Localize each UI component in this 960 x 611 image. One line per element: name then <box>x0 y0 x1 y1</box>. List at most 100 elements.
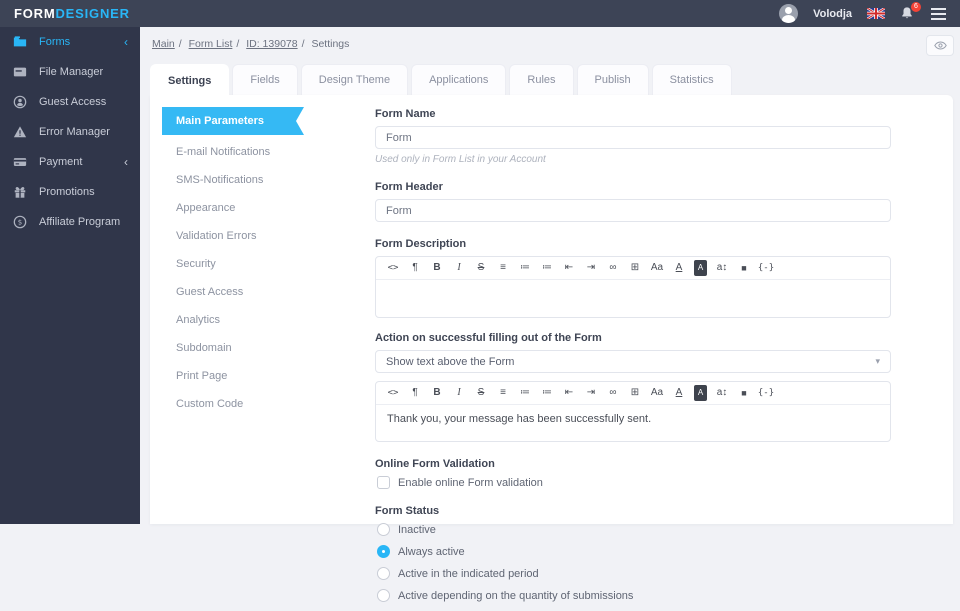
variables-icon[interactable]: {-} <box>755 386 777 400</box>
form-description-textarea[interactable] <box>376 280 890 317</box>
breadcrumb-separator: / <box>236 38 240 50</box>
success-message-textarea[interactable]: Thank you, your message has been success… <box>376 405 890 441</box>
code-view-icon[interactable]: <> <box>382 386 404 400</box>
link-icon[interactable]: ∞ <box>602 261 624 275</box>
text-color-icon[interactable]: A <box>668 386 690 400</box>
subnav-guest-access[interactable]: Guest Access <box>162 278 304 306</box>
outdent-icon[interactable]: ⇤ <box>558 261 580 275</box>
sidebar-item-error-manager[interactable]: Error Manager <box>0 117 140 147</box>
table-icon[interactable]: ⊞ <box>624 261 646 275</box>
strikethrough-icon[interactable]: S <box>470 386 492 400</box>
unordered-list-icon[interactable]: ≔ <box>514 261 536 275</box>
variables-icon[interactable]: {-} <box>755 261 777 275</box>
ordered-list-icon[interactable]: ≔ <box>536 386 558 400</box>
subnav-security[interactable]: Security <box>162 250 304 278</box>
background-color-icon[interactable]: A <box>694 260 707 276</box>
tab-applications[interactable]: Applications <box>411 64 507 95</box>
radio-unselected[interactable] <box>377 589 390 602</box>
menu-hamburger-icon[interactable] <box>931 7 946 20</box>
language-flag-icon[interactable] <box>867 8 885 19</box>
subnav-email-notifications[interactable]: E-mail Notifications <box>162 138 304 166</box>
subnav-validation-errors[interactable]: Validation Errors <box>162 222 304 250</box>
subnav-custom-code[interactable]: Custom Code <box>162 390 304 418</box>
svg-text:$: $ <box>18 219 22 227</box>
text-color-icon[interactable]: A <box>668 261 690 275</box>
form-header-input[interactable] <box>375 199 891 222</box>
tab-publish[interactable]: Publish <box>576 64 649 95</box>
font-size-icon[interactable]: Aa <box>646 386 668 400</box>
code-view-icon[interactable]: <> <box>382 261 404 275</box>
status-option-always-active[interactable]: Always active <box>377 545 891 558</box>
sidebar-item-guest-access[interactable]: Guest Access <box>0 87 140 117</box>
subnav-print-page[interactable]: Print Page <box>162 362 304 390</box>
action-select[interactable]: Show text above the Form ▾ <box>375 350 891 373</box>
breadcrumb-form-list[interactable]: Form List <box>189 38 233 50</box>
paragraph-icon[interactable]: ¶ <box>404 261 426 275</box>
link-icon[interactable]: ∞ <box>602 386 624 400</box>
image-icon[interactable]: ■ <box>733 261 755 275</box>
align-left-icon[interactable]: ≡ <box>492 261 514 275</box>
tab-rules[interactable]: Rules <box>509 64 574 95</box>
table-icon[interactable]: ⊞ <box>624 386 646 400</box>
subnav-appearance[interactable]: Appearance <box>162 194 304 222</box>
tab-design-theme[interactable]: Design Theme <box>300 64 409 95</box>
outdent-icon[interactable]: ⇤ <box>558 386 580 400</box>
breadcrumb-form-id[interactable]: ID: 139078 <box>246 38 297 50</box>
rich-text-toolbar: <> ¶ B I S ≡ ≔ ≔ ⇤ ⇥ ∞ ⊞ Aa A A a↕ ■ {-} <box>376 257 890 280</box>
rich-text-toolbar: <> ¶ B I S ≡ ≔ ≔ ⇤ ⇥ ∞ ⊞ Aa A A a↕ ■ {-} <box>376 382 890 405</box>
align-left-icon[interactable]: ≡ <box>492 386 514 400</box>
form-name-input[interactable] <box>375 126 891 149</box>
online-validation-label: Online Form Validation <box>375 458 495 470</box>
app-logo[interactable]: FORMDESIGNER <box>14 6 130 21</box>
sidebar-item-file-manager[interactable]: File Manager <box>0 57 140 87</box>
background-color-icon[interactable]: A <box>694 385 707 401</box>
eye-icon <box>933 41 947 50</box>
sidebar-item-affiliate-program[interactable]: $ Affiliate Program <box>0 207 140 237</box>
sidebar-item-payment[interactable]: Payment ‹ <box>0 147 140 177</box>
user-avatar[interactable] <box>779 4 799 23</box>
strikethrough-icon[interactable]: S <box>470 261 492 275</box>
sidebar-item-promotions[interactable]: Promotions <box>0 177 140 207</box>
settings-subnav: Main Parameters E-mail Notifications SMS… <box>162 107 304 418</box>
subnav-subdomain[interactable]: Subdomain <box>162 334 304 362</box>
subnav-main-parameters[interactable]: Main Parameters <box>162 107 304 135</box>
line-height-icon[interactable]: a↕ <box>711 386 733 400</box>
preview-button[interactable] <box>926 35 954 56</box>
radio-selected[interactable] <box>377 545 390 558</box>
paragraph-icon[interactable]: ¶ <box>404 386 426 400</box>
caret-down-icon: ▾ <box>875 356 880 366</box>
sidebar-item-forms[interactable]: Forms ‹ <box>0 27 140 57</box>
chevron-left-icon: ‹ <box>124 155 128 169</box>
form-name-label: Form Name <box>375 108 436 120</box>
enable-validation-checkbox-row[interactable]: Enable online Form validation <box>377 476 891 489</box>
ordered-list-icon[interactable]: ≔ <box>536 261 558 275</box>
tab-settings[interactable]: Settings <box>150 64 230 96</box>
subnav-analytics[interactable]: Analytics <box>162 306 304 334</box>
italic-icon[interactable]: I <box>448 261 470 275</box>
subnav-sms-notifications[interactable]: SMS-Notifications <box>162 166 304 194</box>
breadcrumb-main[interactable]: Main <box>152 38 175 50</box>
bold-icon[interactable]: B <box>426 386 448 400</box>
indent-icon[interactable]: ⇥ <box>580 386 602 400</box>
username-label[interactable]: Volodja <box>813 8 852 20</box>
italic-icon[interactable]: I <box>448 386 470 400</box>
radio-unselected[interactable] <box>377 523 390 536</box>
checkbox-unchecked[interactable] <box>377 476 390 489</box>
indent-icon[interactable]: ⇥ <box>580 261 602 275</box>
tab-label: Fields <box>250 74 280 86</box>
bold-icon[interactable]: B <box>426 261 448 275</box>
status-option-inactive[interactable]: Inactive <box>377 523 891 536</box>
payment-icon <box>12 155 28 169</box>
unordered-list-icon[interactable]: ≔ <box>514 386 536 400</box>
tab-fields[interactable]: Fields <box>232 64 298 95</box>
line-height-icon[interactable]: a↕ <box>711 261 733 275</box>
form-tabs: Settings Fields Design Theme Application… <box>150 64 732 96</box>
notifications-bell-icon[interactable]: 6 <box>900 1 921 22</box>
status-option-active-period[interactable]: Active in the indicated period <box>377 567 891 580</box>
sidebar-item-label: Affiliate Program <box>39 216 121 228</box>
tab-statistics[interactable]: Statistics <box>651 64 732 95</box>
image-icon[interactable]: ■ <box>733 386 755 400</box>
font-size-icon[interactable]: Aa <box>646 261 668 275</box>
radio-unselected[interactable] <box>377 567 390 580</box>
status-option-active-quantity[interactable]: Active depending on the quantity of subm… <box>377 589 891 602</box>
